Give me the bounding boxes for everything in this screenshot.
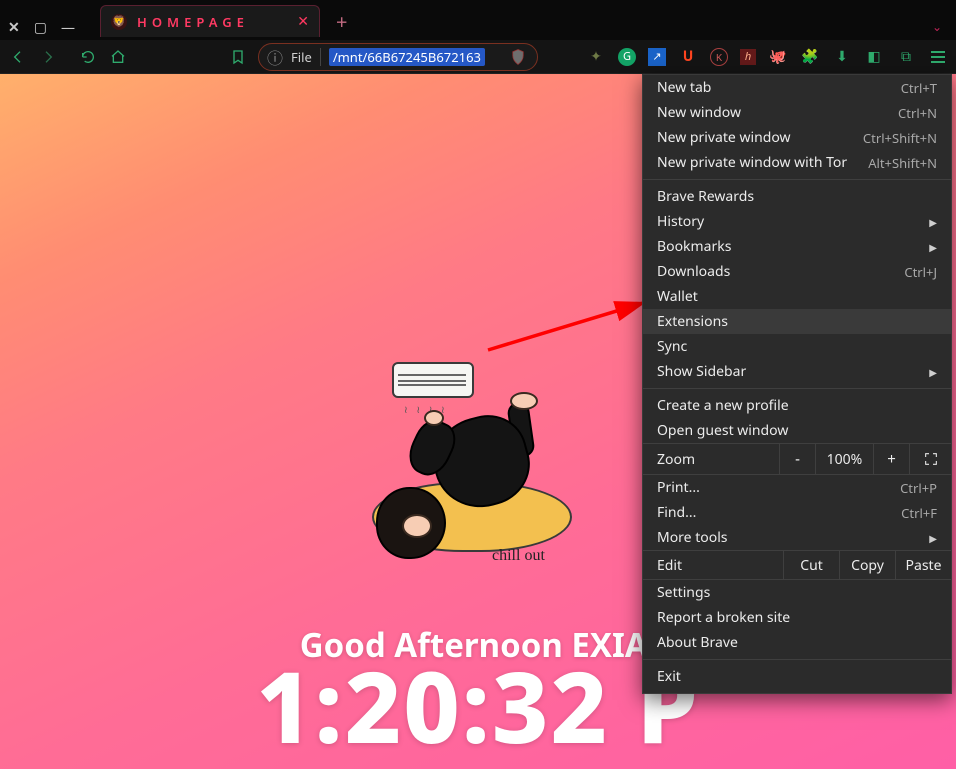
zoom-in-button[interactable]: + <box>873 444 909 474</box>
menu-item-new-tab[interactable]: New tabCtrl+T <box>643 75 951 100</box>
menu-item-settings[interactable]: Settings <box>643 580 951 605</box>
edit-label: Edit <box>643 551 783 579</box>
site-info-icon[interactable]: ⓘ <box>267 45 283 69</box>
menu-item-exit[interactable]: Exit <box>643 664 951 689</box>
back-button[interactable] <box>8 47 28 67</box>
new-tab-button[interactable]: + <box>330 8 353 35</box>
menu-item-open-guest-window[interactable]: Open guest window <box>643 418 951 443</box>
fullscreen-button[interactable] <box>909 444 951 474</box>
menu-item-wallet[interactable]: Wallet <box>643 284 951 309</box>
share-icon[interactable]: ↗ <box>648 48 666 66</box>
menu-item-history[interactable]: History▶ <box>643 209 951 234</box>
copy-button[interactable]: Copy <box>839 551 895 579</box>
app-menu: New tabCtrl+TNew windowCtrl+NNew private… <box>642 74 952 694</box>
window-minimize-button[interactable]: — <box>61 18 75 37</box>
tab-title: HOMEPAGE <box>137 13 249 31</box>
extension-icons: ✦ G ↗ U K h 🐙 🧩 ⬇ ◧ ⧉ <box>586 47 948 67</box>
cut-button[interactable]: Cut <box>783 551 839 579</box>
menu-item-more-tools[interactable]: More tools▶ <box>643 525 951 550</box>
url-scheme-label: File <box>291 48 321 66</box>
zoom-value: 100% <box>815 444 873 474</box>
extensions-icon[interactable]: 🧩 <box>800 47 820 67</box>
menu-item-about-brave[interactable]: About Brave <box>643 630 951 655</box>
menu-item-show-sidebar[interactable]: Show Sidebar▶ <box>643 359 951 384</box>
app-menu-button[interactable] <box>928 47 948 67</box>
window-maximize-button[interactable]: ▢ <box>34 18 47 37</box>
forward-button[interactable] <box>38 47 58 67</box>
menu-item-create-a-new-profile[interactable]: Create a new profile <box>643 393 951 418</box>
menu-item-new-window[interactable]: New windowCtrl+N <box>643 100 951 125</box>
menu-item-new-private-window-with-tor[interactable]: New private window with TorAlt+Shift+N <box>643 150 951 175</box>
window-close-button[interactable]: ✕ <box>8 18 20 37</box>
zoom-out-button[interactable]: - <box>779 444 815 474</box>
menu-item-extensions[interactable]: Extensions <box>643 309 951 334</box>
browser-window: ✕ ▢ — 🦁 HOMEPAGE ✕ + ⌄ ⓘ File /mnt/66B67… <box>0 0 956 769</box>
toolbar: ⓘ File /mnt/66B67245B672163 ✦ G ↗ U K h … <box>0 40 956 74</box>
zoom-row: Zoom - 100% + <box>643 443 951 475</box>
menu-item-print[interactable]: Print...Ctrl+P <box>643 475 951 500</box>
tab-favicon: 🦁 <box>111 14 127 30</box>
menu-item-sync[interactable]: Sync <box>643 334 951 359</box>
menu-item-downloads[interactable]: DownloadsCtrl+J <box>643 259 951 284</box>
url-path: /mnt/66B67245B672163 <box>329 48 485 66</box>
tab-overflow-icon[interactable]: ⌄ <box>932 18 942 35</box>
brave-shield-icon[interactable] <box>509 48 527 66</box>
window-controls: ✕ ▢ — <box>8 18 75 37</box>
menu-group-6: Exit <box>643 664 951 689</box>
home-button[interactable] <box>108 47 128 67</box>
wallet-icon[interactable]: ⧉ <box>896 47 916 67</box>
menu-item-new-private-window[interactable]: New private windowCtrl+Shift+N <box>643 125 951 150</box>
grammarly-icon[interactable]: G <box>618 48 636 66</box>
crypto-icon[interactable]: ✦ <box>586 47 606 67</box>
k-icon[interactable]: K <box>710 48 728 66</box>
menu-group-4: Print...Ctrl+PFind...Ctrl+FMore tools▶ <box>643 475 951 550</box>
menu-item-bookmarks[interactable]: Bookmarks▶ <box>643 234 951 259</box>
edit-row: Edit Cut Copy Paste <box>643 550 951 580</box>
address-bar[interactable]: ⓘ File /mnt/66B67245B672163 <box>258 43 538 71</box>
tab-close-icon[interactable]: ✕ <box>297 12 309 31</box>
chillout-text: chill out <box>492 547 545 565</box>
menu-item-report-a-broken-site[interactable]: Report a broken site <box>643 605 951 630</box>
paste-button[interactable]: Paste <box>895 551 951 579</box>
zoom-label: Zoom <box>643 450 779 469</box>
menu-item-find[interactable]: Find...Ctrl+F <box>643 500 951 525</box>
reload-button[interactable] <box>78 47 98 67</box>
tab-strip: 🦁 HOMEPAGE ✕ + <box>100 6 353 36</box>
illustration: ≀ ≀ ≀ ≀ chill out <box>372 362 582 562</box>
menu-group-2: Brave RewardsHistory▶Bookmarks▶Downloads… <box>643 184 951 384</box>
bookmark-icon[interactable] <box>228 47 248 67</box>
menu-group-3: Create a new profileOpen guest window <box>643 393 951 443</box>
tab-homepage[interactable]: 🦁 HOMEPAGE ✕ <box>100 5 320 37</box>
sidepanel-icon[interactable]: ◧ <box>864 47 884 67</box>
download-icon[interactable]: ⬇ <box>832 47 852 67</box>
menu-group-1: New tabCtrl+TNew windowCtrl+NNew private… <box>643 75 951 175</box>
menu-item-brave-rewards[interactable]: Brave Rewards <box>643 184 951 209</box>
octo-icon[interactable]: 🐙 <box>768 47 788 67</box>
menu-group-5: SettingsReport a broken siteAbout Brave <box>643 580 951 655</box>
ublock-icon[interactable]: U <box>678 47 698 67</box>
hn-icon[interactable]: h <box>740 49 756 65</box>
